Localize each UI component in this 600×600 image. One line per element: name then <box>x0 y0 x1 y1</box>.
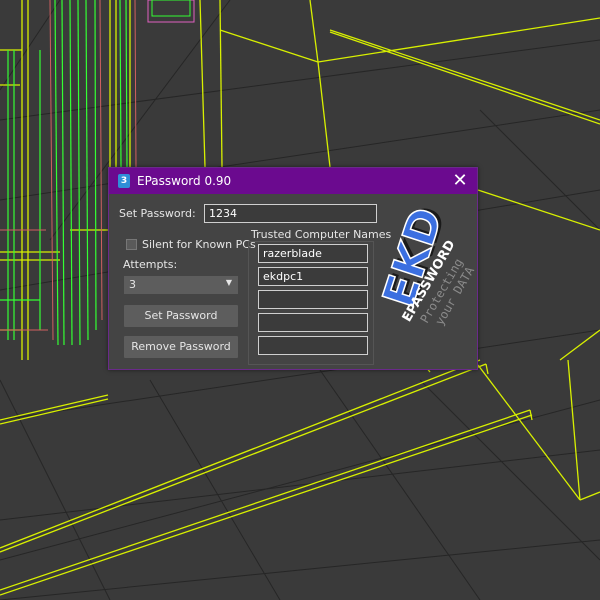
trusted-name-input-4[interactable] <box>258 313 368 332</box>
attempts-label: Attempts: <box>123 258 178 271</box>
trusted-names-label: Trusted Computer Names <box>251 228 392 241</box>
trusted-name-input-1[interactable]: razerblade <box>258 244 368 263</box>
app-icon: 3 <box>118 174 130 188</box>
password-input[interactable]: 1234 <box>204 204 377 223</box>
trusted-name-input-3[interactable] <box>258 290 368 309</box>
silent-checkbox[interactable] <box>126 239 137 250</box>
trusted-name-input-5[interactable] <box>258 336 368 355</box>
dialog-title: EPassword 0.90 <box>137 174 232 188</box>
title-bar[interactable]: 3 EPassword 0.90 ✕ <box>109 168 477 194</box>
close-button[interactable]: ✕ <box>449 170 471 192</box>
dropdown-arrow-icon: ▼ <box>225 278 232 287</box>
ekd-logo: EKD EKD EPASSWORD Protecting your DATA <box>377 200 477 328</box>
set-password-button[interactable]: Set Password <box>124 305 238 327</box>
attempts-dropdown[interactable]: 3 ▼ <box>124 276 238 294</box>
trusted-name-input-2[interactable]: ekdpc1 <box>258 267 368 286</box>
attempts-value: 3 <box>129 278 136 291</box>
epassword-dialog: 3 EPassword 0.90 ✕ Set Password: 1234 Si… <box>108 167 478 370</box>
set-password-label: Set Password: <box>119 207 196 220</box>
remove-password-button[interactable]: Remove Password <box>124 336 238 358</box>
silent-label: Silent for Known PCs <box>142 238 256 251</box>
